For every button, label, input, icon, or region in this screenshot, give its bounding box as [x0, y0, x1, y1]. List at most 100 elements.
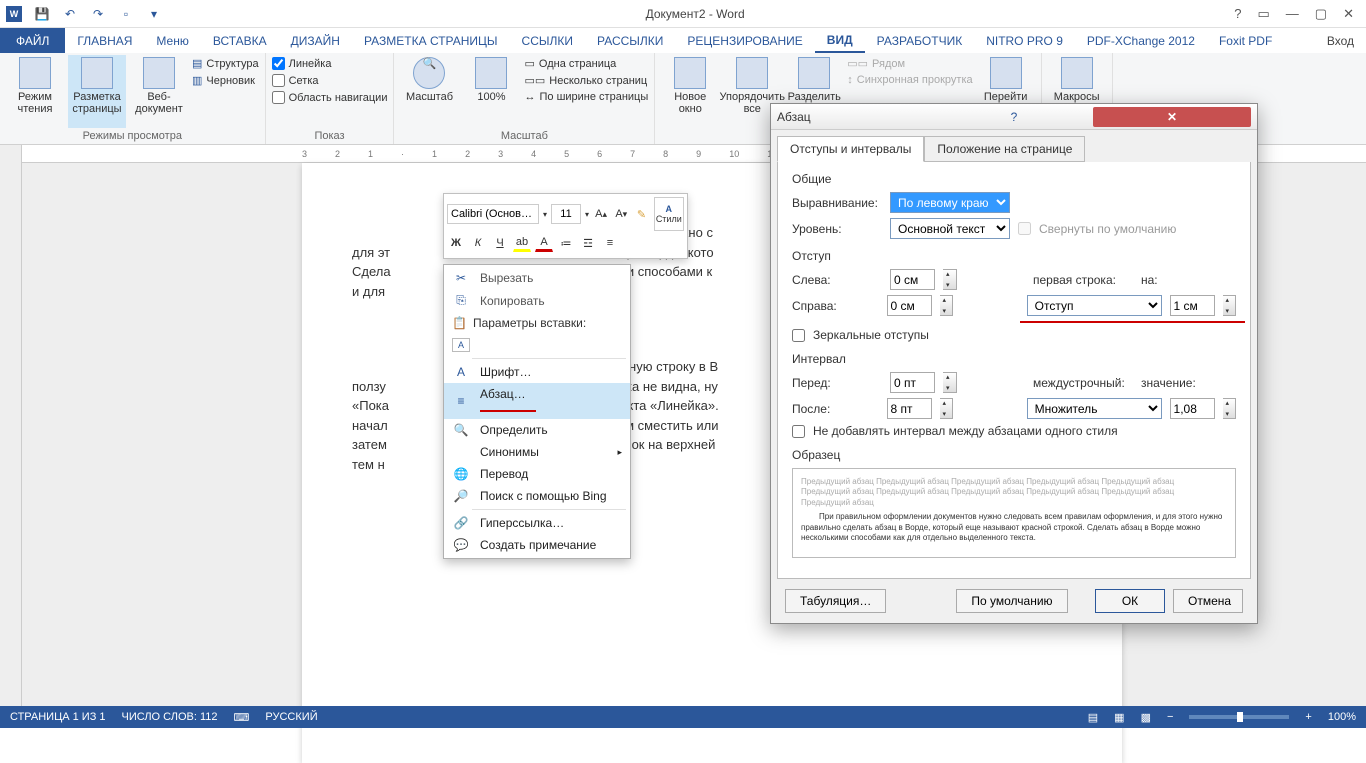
status-language[interactable]: РУССКИЙ: [265, 711, 317, 723]
keyboard-icon[interactable]: ⌨: [234, 711, 250, 724]
alignment-select[interactable]: По левому краю: [890, 192, 1010, 213]
ctx-new-comment[interactable]: 💬Создать примечание: [444, 534, 630, 556]
dialog-help-icon[interactable]: ?: [935, 110, 1093, 124]
page-width-button[interactable]: ↔По ширине страницы: [524, 91, 648, 103]
bullets-icon[interactable]: ≔: [557, 234, 575, 252]
grow-font-icon[interactable]: A▴: [593, 205, 609, 223]
tab-foxit[interactable]: Foxit PDF: [1207, 28, 1284, 53]
font-dropdown-icon[interactable]: ▾: [543, 210, 547, 219]
at-spinner[interactable]: [1223, 398, 1237, 419]
underline-button[interactable]: Ч: [491, 234, 509, 252]
new-window-button[interactable]: Новое окно: [661, 55, 719, 140]
line-spacing-select[interactable]: Множитель: [1027, 398, 1162, 419]
dialog-titlebar[interactable]: Абзац ? ✕: [771, 104, 1257, 130]
zoom-button[interactable]: 🔍Масштаб: [400, 55, 458, 128]
font-family-combo[interactable]: [447, 204, 539, 224]
tab-references[interactable]: ССЫЛКИ: [510, 28, 585, 53]
ruler-checkbox[interactable]: Линейка: [272, 57, 388, 70]
tab-pdfxchange[interactable]: PDF-XChange 2012: [1075, 28, 1207, 53]
gridlines-checkbox[interactable]: Сетка: [272, 74, 388, 87]
view-web-icon[interactable]: ▩: [1141, 711, 1151, 724]
minimize-icon[interactable]: —: [1286, 6, 1299, 22]
special-indent-select[interactable]: Отступ: [1027, 295, 1162, 316]
ctx-copy[interactable]: ⎘Копировать: [444, 289, 630, 312]
bold-button[interactable]: Ж: [447, 234, 465, 252]
ctx-translate[interactable]: 🌐Перевод: [444, 463, 630, 485]
indent-left-input[interactable]: [890, 269, 935, 290]
view-read-icon[interactable]: ▤: [1088, 711, 1098, 724]
space-after-input[interactable]: [887, 398, 932, 419]
cancel-button[interactable]: Отмена: [1173, 589, 1243, 613]
sync-scroll-button[interactable]: ↕Синхронная прокрутка: [847, 74, 972, 86]
styles-button[interactable]: AСтили: [654, 197, 684, 231]
view-print-icon[interactable]: ▦: [1114, 711, 1124, 724]
read-mode-button[interactable]: Режим чтения: [6, 55, 64, 128]
tab-mailings[interactable]: РАССЫЛКИ: [585, 28, 675, 53]
zoom-in-icon[interactable]: +: [1305, 711, 1311, 723]
at-input[interactable]: [1170, 398, 1215, 419]
tab-file[interactable]: ФАЙЛ: [0, 28, 65, 53]
zoom-out-icon[interactable]: −: [1167, 711, 1173, 723]
tab-developer[interactable]: РАЗРАБОТЧИК: [865, 28, 975, 53]
outline-button[interactable]: ▤Структура: [192, 57, 259, 70]
status-page[interactable]: СТРАНИЦА 1 ИЗ 1: [10, 711, 106, 723]
tab-review[interactable]: РЕЦЕНЗИРОВАНИЕ: [675, 28, 814, 53]
after-spinner[interactable]: [940, 398, 954, 419]
ctx-hyperlink[interactable]: 🔗Гиперссылка…: [444, 512, 630, 534]
ok-button[interactable]: ОК: [1095, 589, 1165, 613]
side-by-side-button[interactable]: ▭▭Рядом: [847, 57, 972, 70]
vertical-ruler[interactable]: [0, 145, 22, 706]
nav-pane-checkbox[interactable]: Область навигации: [272, 91, 388, 104]
before-spinner[interactable]: [943, 372, 957, 393]
zoom-100-button[interactable]: 100%: [462, 55, 520, 128]
indent-icon[interactable]: ≡: [601, 234, 619, 252]
tab-home[interactable]: ГЛАВНАЯ: [65, 28, 144, 53]
shrink-font-icon[interactable]: A▾: [613, 205, 629, 223]
tab-design[interactable]: ДИЗАЙН: [279, 28, 352, 53]
multi-page-button[interactable]: ▭▭Несколько страниц: [524, 74, 648, 87]
tab-indents-spacing[interactable]: Отступы и интервалы: [777, 136, 924, 162]
qat-dropdown-icon[interactable]: ▾: [146, 6, 162, 22]
ctx-define[interactable]: 🔍Определить: [444, 419, 630, 441]
tab-menu[interactable]: Меню: [144, 28, 200, 53]
outline-level-select[interactable]: Основной текст: [890, 218, 1010, 239]
redo-icon[interactable]: ↷: [90, 6, 106, 22]
no-space-same-style-checkbox[interactable]: [792, 425, 805, 438]
maximize-icon[interactable]: ▢: [1315, 6, 1327, 22]
ctx-synonyms[interactable]: Синонимы▸: [444, 441, 630, 463]
highlight-icon[interactable]: ab: [513, 234, 531, 252]
font-color-icon[interactable]: A: [535, 234, 553, 252]
print-layout-button[interactable]: Разметка страницы: [68, 55, 126, 128]
by-spinner[interactable]: [1223, 295, 1237, 316]
tab-insert[interactable]: ВСТАВКА: [201, 28, 279, 53]
mirror-indents-checkbox[interactable]: [792, 329, 805, 342]
zoom-level[interactable]: 100%: [1328, 711, 1356, 723]
space-before-input[interactable]: [890, 372, 935, 393]
close-icon[interactable]: ✕: [1343, 6, 1354, 22]
dialog-close-icon[interactable]: ✕: [1093, 107, 1251, 127]
save-icon[interactable]: 💾: [34, 6, 50, 22]
ctx-font[interactable]: AШрифт…: [444, 361, 630, 383]
indent-right-spinner[interactable]: [940, 295, 954, 316]
help-icon[interactable]: ?: [1234, 6, 1241, 22]
zoom-slider[interactable]: [1189, 715, 1289, 719]
set-default-button[interactable]: По умолчанию: [956, 589, 1067, 613]
tabs-button[interactable]: Табуляция…: [785, 589, 886, 613]
by-input[interactable]: [1170, 295, 1215, 316]
ribbon-opts-icon[interactable]: ▭: [1258, 6, 1270, 22]
tab-view[interactable]: ВИД: [815, 28, 865, 53]
italic-button[interactable]: К: [469, 234, 487, 252]
one-page-button[interactable]: ▭Одна страница: [524, 57, 648, 70]
tab-layout[interactable]: РАЗМЕТКА СТРАНИЦЫ: [352, 28, 510, 53]
ctx-paragraph[interactable]: ≡Абзац…: [444, 383, 630, 419]
font-size-combo[interactable]: [551, 204, 581, 224]
web-layout-button[interactable]: Веб-документ: [130, 55, 188, 128]
ctx-cut[interactable]: ✂Вырезать: [444, 267, 630, 289]
ctx-paste-keep-text[interactable]: A: [444, 334, 630, 356]
tab-nitro[interactable]: NITRO PRO 9: [974, 28, 1075, 53]
indent-left-spinner[interactable]: [943, 269, 957, 290]
tab-line-breaks[interactable]: Положение на странице: [924, 136, 1085, 162]
status-word-count[interactable]: ЧИСЛО СЛОВ: 112: [122, 711, 218, 723]
login-link[interactable]: Вход: [1315, 28, 1366, 53]
ctx-bing-search[interactable]: 🔎Поиск с помощью Bing: [444, 485, 630, 507]
